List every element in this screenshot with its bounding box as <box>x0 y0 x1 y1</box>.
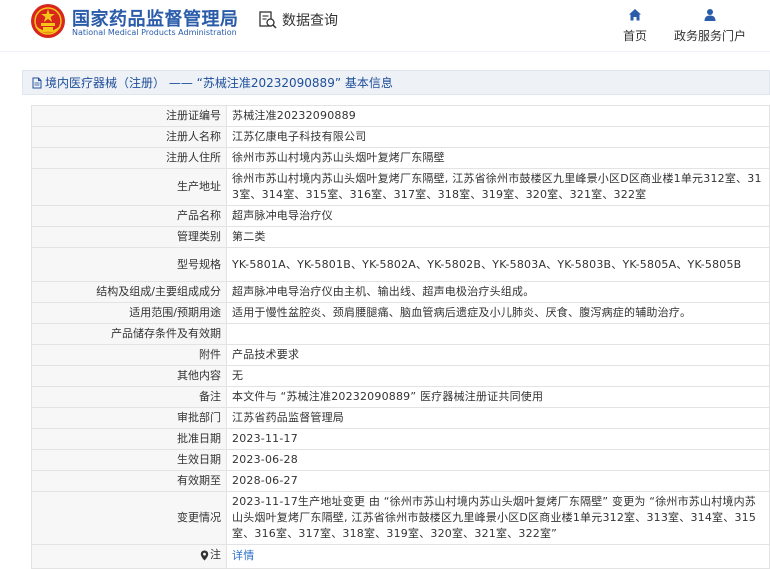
table-row: 注册证编号 苏械注准20232090889 <box>31 105 770 127</box>
row-value <box>226 323 770 345</box>
row-label: 审批部门 <box>31 407 227 429</box>
row-label: 注册人名称 <box>31 126 227 148</box>
table-row: 生产地址 徐州市苏山村境内苏山头烟叶复烤厂东隔壁, 江苏省徐州市鼓楼区九里峰景小… <box>31 168 770 206</box>
row-value: 苏械注准20232090889 <box>226 105 770 127</box>
table-row: 注册人住所 徐州市苏山村境内苏山头烟叶复烤厂东隔壁 <box>31 147 770 169</box>
user-icon <box>704 9 716 21</box>
row-value: 超声脉冲电导治疗仪由主机、输出线、超声电极治疗头组成。 <box>226 281 770 303</box>
row-value: 本文件与 “苏械注准20232090889” 医疗器械注册证共同使用 <box>226 386 770 408</box>
row-value: 江苏亿康电子科技有限公司 <box>226 126 770 148</box>
data-query-label: 数据查询 <box>282 13 338 29</box>
row-value: 2023-06-28 <box>226 449 770 471</box>
row-value: YK-5801A、YK-5801B、YK-5802A、YK-5802B、YK-5… <box>226 247 770 282</box>
row-value: 徐州市苏山村境内苏山头烟叶复烤厂东隔壁, 江苏省徐州市鼓楼区九里峰景小区D区商业… <box>226 168 770 206</box>
row-label: 变更情况 <box>31 491 227 545</box>
nav-service-portal[interactable]: 政务服务门户 <box>671 8 749 44</box>
table-row-note: 注 详情 <box>31 544 770 569</box>
row-value: 2023-11-17生产地址变更 由 “徐州市苏山村境内苏山头烟叶复烤厂东隔壁”… <box>226 491 770 545</box>
record-title-bar: 境内医疗器械（注册） —— “苏械注准20232090889” 基本信息 <box>22 70 770 95</box>
table-row: 其他内容 无 <box>31 365 770 387</box>
table-row: 生效日期 2023-06-28 <box>31 449 770 471</box>
row-label: 其他内容 <box>31 365 227 387</box>
row-label: 产品名称 <box>31 205 227 227</box>
registration-info-table: 注册证编号 苏械注准20232090889 注册人名称 江苏亿康电子科技有限公司… <box>31 105 770 569</box>
row-label: 备注 <box>31 386 227 408</box>
table-row: 备注 本文件与 “苏械注准20232090889” 医疗器械注册证共同使用 <box>31 386 770 408</box>
table-row: 产品名称 超声脉冲电导治疗仪 <box>31 205 770 227</box>
row-label: 注册人住所 <box>31 147 227 169</box>
row-label: 生效日期 <box>31 449 227 471</box>
note-value-cell: 详情 <box>226 544 770 569</box>
table-row: 变更情况 2023-11-17生产地址变更 由 “徐州市苏山村境内苏山头烟叶复烤… <box>31 491 770 545</box>
table-row: 附件 产品技术要求 <box>31 344 770 366</box>
table-row: 审批部门 江苏省药品监督管理局 <box>31 407 770 429</box>
nav-service-portal-label: 政务服务门户 <box>673 29 746 43</box>
nav-home-label: 首页 <box>622 29 647 43</box>
table-row: 结构及组成/主要组成成分 超声脉冲电导治疗仪由主机、输出线、超声电极治疗头组成。 <box>31 281 770 303</box>
table-row: 管理类别 第二类 <box>31 226 770 248</box>
record-title: 境内医疗器械（注册） —— “苏械注准20232090889” 基本信息 <box>45 76 393 90</box>
site-subtitle: National Medical Products Administration <box>72 28 237 37</box>
row-label: 有效期至 <box>31 470 227 492</box>
row-label: 附件 <box>31 344 227 366</box>
row-label: 管理类别 <box>31 226 227 248</box>
table-row: 型号规格 YK-5801A、YK-5801B、YK-5802A、YK-5802B… <box>31 247 770 282</box>
row-value: 2028-06-27 <box>226 470 770 492</box>
row-label: 适用范围/预期用途 <box>31 302 227 324</box>
row-value: 适用于慢性盆腔炎、颈肩腰腿痛、脑血管病后遗症及小儿肺炎、厌食、腹泻病症的辅助治疗… <box>226 302 770 324</box>
home-icon <box>629 9 641 21</box>
search-document-icon <box>259 11 277 29</box>
row-value: 2023-11-17 <box>226 428 770 450</box>
row-value: 第二类 <box>226 226 770 248</box>
table-row: 注册人名称 江苏亿康电子科技有限公司 <box>31 126 770 148</box>
row-label: 批准日期 <box>31 428 227 450</box>
row-value: 产品技术要求 <box>226 344 770 366</box>
row-value: 超声脉冲电导治疗仪 <box>226 205 770 227</box>
table-row: 批准日期 2023-11-17 <box>31 428 770 450</box>
location-pin-icon <box>200 550 209 560</box>
note-label: 注 <box>210 548 221 561</box>
row-value: 徐州市苏山村境内苏山头烟叶复烤厂东隔壁 <box>226 147 770 169</box>
row-value: 无 <box>226 365 770 387</box>
detail-link[interactable]: 详情 <box>232 549 254 562</box>
table-row: 适用范围/预期用途 适用于慢性盆腔炎、颈肩腰腿痛、脑血管病后遗症及小儿肺炎、厌食… <box>31 302 770 324</box>
table-row: 产品储存条件及有效期 <box>31 323 770 345</box>
note-label-cell: 注 <box>31 544 227 569</box>
nav-home[interactable]: 首页 <box>620 8 650 44</box>
national-emblem-icon <box>31 4 65 38</box>
document-icon <box>32 77 42 88</box>
row-label: 型号规格 <box>31 247 227 282</box>
row-label: 结构及组成/主要组成成分 <box>31 281 227 303</box>
site-header: 国家药品监督管理局 National Medical Products Admi… <box>0 0 770 52</box>
row-label: 产品储存条件及有效期 <box>31 323 227 345</box>
data-query-link[interactable]: 数据查询 <box>258 10 338 30</box>
row-value: 江苏省药品监督管理局 <box>226 407 770 429</box>
row-label: 注册证编号 <box>31 105 227 127</box>
row-label: 生产地址 <box>31 168 227 206</box>
table-row: 有效期至 2028-06-27 <box>31 470 770 492</box>
